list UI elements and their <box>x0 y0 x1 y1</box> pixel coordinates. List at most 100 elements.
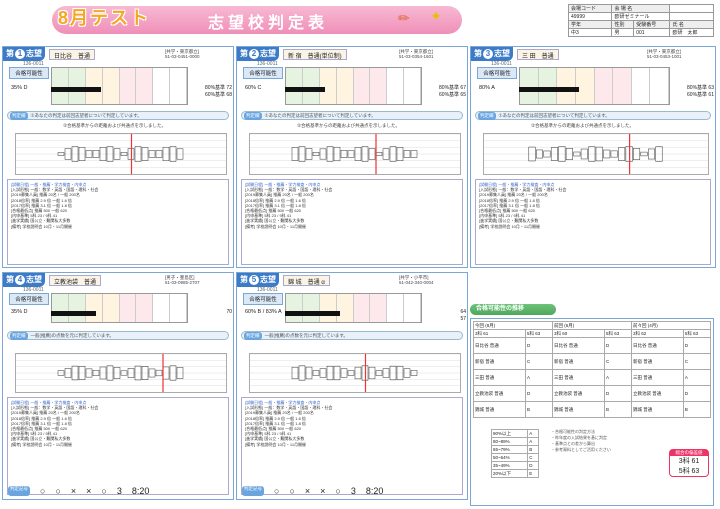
possibility-grid <box>285 67 422 105</box>
info-cell: 会場コード <box>567 4 613 13</box>
mark: ○ <box>274 486 280 496</box>
school-name: 日比谷 普通 <box>49 48 96 60</box>
page-title: 志望校判定表 <box>208 15 329 32</box>
possibility-grid <box>51 293 188 323</box>
possibility-label: 合格可能性 <box>243 293 283 305</box>
summary-row: 日比谷 普通 D 日比谷 普通 D 日比谷 普通 D <box>473 337 712 354</box>
summary-score: 5科 63 <box>603 329 632 338</box>
choice-panel-4: 第 4 志望 立教池袋 普通 [男子・豊島区] 51-03-0985-2707 13… <box>2 272 234 500</box>
month-test-title: 8月テスト <box>58 8 151 28</box>
possibility-bar <box>285 87 325 92</box>
distribution-svg <box>16 353 226 392</box>
school-name: 三 田 普通 <box>517 48 559 60</box>
school-name: 新 宿 普通(単位制) <box>283 48 347 60</box>
summary-title: 合格可能性の推移 <box>470 304 556 315</box>
summary-row: 錦城 普通 B 錦城 普通 B 錦城 普通 B <box>473 401 712 418</box>
choice-badge: 第 4 志望 <box>3 273 45 287</box>
possibility-value: 60% B / 83% A <box>245 309 282 315</box>
summary-table: 今回 (8月) 前回 (6月) 前々回 (4月) 3科 61 5科 63 3科 6… <box>473 321 712 418</box>
info-cell: 学年 <box>567 20 613 29</box>
bottom-marks: 判定記号 ○ ○ × × ○ 3 8:20 <box>8 486 228 496</box>
panel-header: 第 2 志望 新 宿 普通(単位制) <box>237 47 347 61</box>
summary-score: 5科 63 <box>682 329 712 338</box>
legend-row: 20%以下 E <box>490 469 539 478</box>
info-cell: 欧研ゼミナール <box>611 12 671 21</box>
choice-panel-3: 第 3 志望 三 田 普通 [共学・東京都立] 51-03-0453-1001 13… <box>470 46 716 268</box>
possibility-bar <box>519 87 579 92</box>
score-stat: 80%基準 67 60%基準 65 <box>439 85 466 98</box>
summary-col-header: 前々回 (4月) <box>630 321 712 330</box>
mark: ○ <box>101 486 107 496</box>
summary-panel: 今回 (8月) 前回 (6月) 前々回 (4月) 3科 61 5科 63 3科 6… <box>470 318 714 506</box>
info-cell: 受験番号 <box>633 20 671 29</box>
mark: ○ <box>55 486 61 496</box>
possibility-label: 合格可能性 <box>243 67 283 79</box>
remark-2: ②合格基準からの距離および共通点を示しました。 <box>297 123 401 128</box>
summary-score: 5科 63 <box>524 329 553 338</box>
info-cell: 中3 <box>567 28 613 37</box>
legend-table: 90%以上 A 80~89% A 65~79% B 50~64% C 35~49% D 20%以下 E <box>490 429 539 478</box>
possibility-value: 35% D <box>11 85 28 91</box>
remark-bar: 判定欄 ①あなたの判定は前回志望者について判定しています。 <box>241 111 463 120</box>
panel-header: 第 4 志望 立教池袋 普通 <box>3 273 102 287</box>
school-tel: 51-03-0453-1001 <box>647 54 682 59</box>
remark-bar: 判定欄 ①あなたの判定は前回志望者について判定しています。 <box>475 111 711 120</box>
mark-val: 3 <box>116 486 122 496</box>
possibility-value: 60% C <box>245 85 262 91</box>
mark: × <box>86 486 92 496</box>
remark-bar: 判定欄 一般(推薦)の点数を元に判定しています。 <box>7 331 229 340</box>
distribution-svg <box>16 133 226 174</box>
legend-row: 80~89% A <box>490 437 539 446</box>
marks-tag: 判定記号 <box>8 486 30 496</box>
school-tel: 51-03-0354-1601 <box>399 54 434 59</box>
distribution-chart <box>15 133 227 175</box>
summary-row: 新宿 普通 C 新宿 普通 C 新宿 普通 C <box>473 353 712 370</box>
detail-text: [試験日程] 一般・推薦・学力検査・内申点 [入試形態] 一般：数学・英語・国語… <box>7 397 229 495</box>
possibility-label: 合格可能性 <box>477 67 517 79</box>
school-tel: 51-03-0451-0000 <box>165 54 200 59</box>
info-cell: 欧研 太郎 <box>669 28 714 37</box>
marks-tag: 判定記号 <box>242 486 264 496</box>
info-cell: 49999 <box>567 12 613 21</box>
summary-score: 3科 60 <box>551 329 605 338</box>
mark: ○ <box>335 486 341 496</box>
sparkle-icon: ✦ <box>430 8 442 24</box>
choice-panel-1: 第 1 志望 日比谷 普通 [共学・東京都立] 51-03-0451-0000 13… <box>2 46 234 268</box>
distribution-chart <box>15 353 227 393</box>
summary-col-header: 今回 (8月) <box>473 321 553 330</box>
legend-row: 35~49% D <box>490 461 539 470</box>
distribution-svg <box>250 353 460 392</box>
detail-text: [試験日程] 一般・推薦・学力検査・内申点 [入試形態] 一般：数学・英語・国語… <box>241 179 463 265</box>
choice-badge: 第 5 志望 <box>237 273 279 287</box>
possibility-bar <box>51 311 96 316</box>
possibility-value: 35% D <box>11 309 28 315</box>
choice-badge: 第 1 志望 <box>3 47 45 61</box>
possibility-label: 合格可能性 <box>9 293 49 305</box>
panel-header: 第 1 志望 日比谷 普通 <box>3 47 96 61</box>
possibility-bar <box>285 311 340 316</box>
mark-val: 8:20 <box>131 486 150 496</box>
info-cell: 男 <box>611 28 635 37</box>
mark: × <box>320 486 326 496</box>
possibility-grid <box>285 293 422 323</box>
remark-2: ②合格基準からの距離および共通点を示しました。 <box>63 123 167 128</box>
panel-header: 第 3 志望 三 田 普通 <box>471 47 559 61</box>
distribution-svg <box>484 133 708 174</box>
panel-header: 第 5 志望 錦 城 普通 α <box>237 273 330 287</box>
info-cell: 001 <box>633 28 671 37</box>
school-tel: 51-03-0985-2707 <box>165 280 200 285</box>
score-stat: 80%基準 63 60%基準 61 <box>687 85 714 98</box>
detail-text: [試験日程] 一般・推薦・学力検査・内申点 [入試形態] 一般：数学・英語・国語… <box>475 179 711 265</box>
final-score-5: 5科 63 <box>678 468 700 475</box>
distribution-chart <box>249 353 461 393</box>
school-name: 錦 城 普通 α <box>283 274 330 286</box>
detail-text: [試験日程] 一般・推薦・学力検査・内申点 [入試形態] 一般：数学・英語・国語… <box>241 397 463 495</box>
choice-panel-5: 第 5 志望 錦 城 普通 α [共学・小平市] 51-042-340-0004 1… <box>236 272 468 500</box>
distribution-chart <box>249 133 461 175</box>
remark-bar: 判定欄 一般(推薦)の点数を元に判定しています。 <box>241 331 463 340</box>
pencil-icon: ✏ <box>398 10 410 26</box>
info-cell <box>669 4 714 13</box>
info-cell: 性別 <box>611 20 635 29</box>
mark: ○ <box>289 486 295 496</box>
possibility-value: 80% A <box>479 85 495 91</box>
